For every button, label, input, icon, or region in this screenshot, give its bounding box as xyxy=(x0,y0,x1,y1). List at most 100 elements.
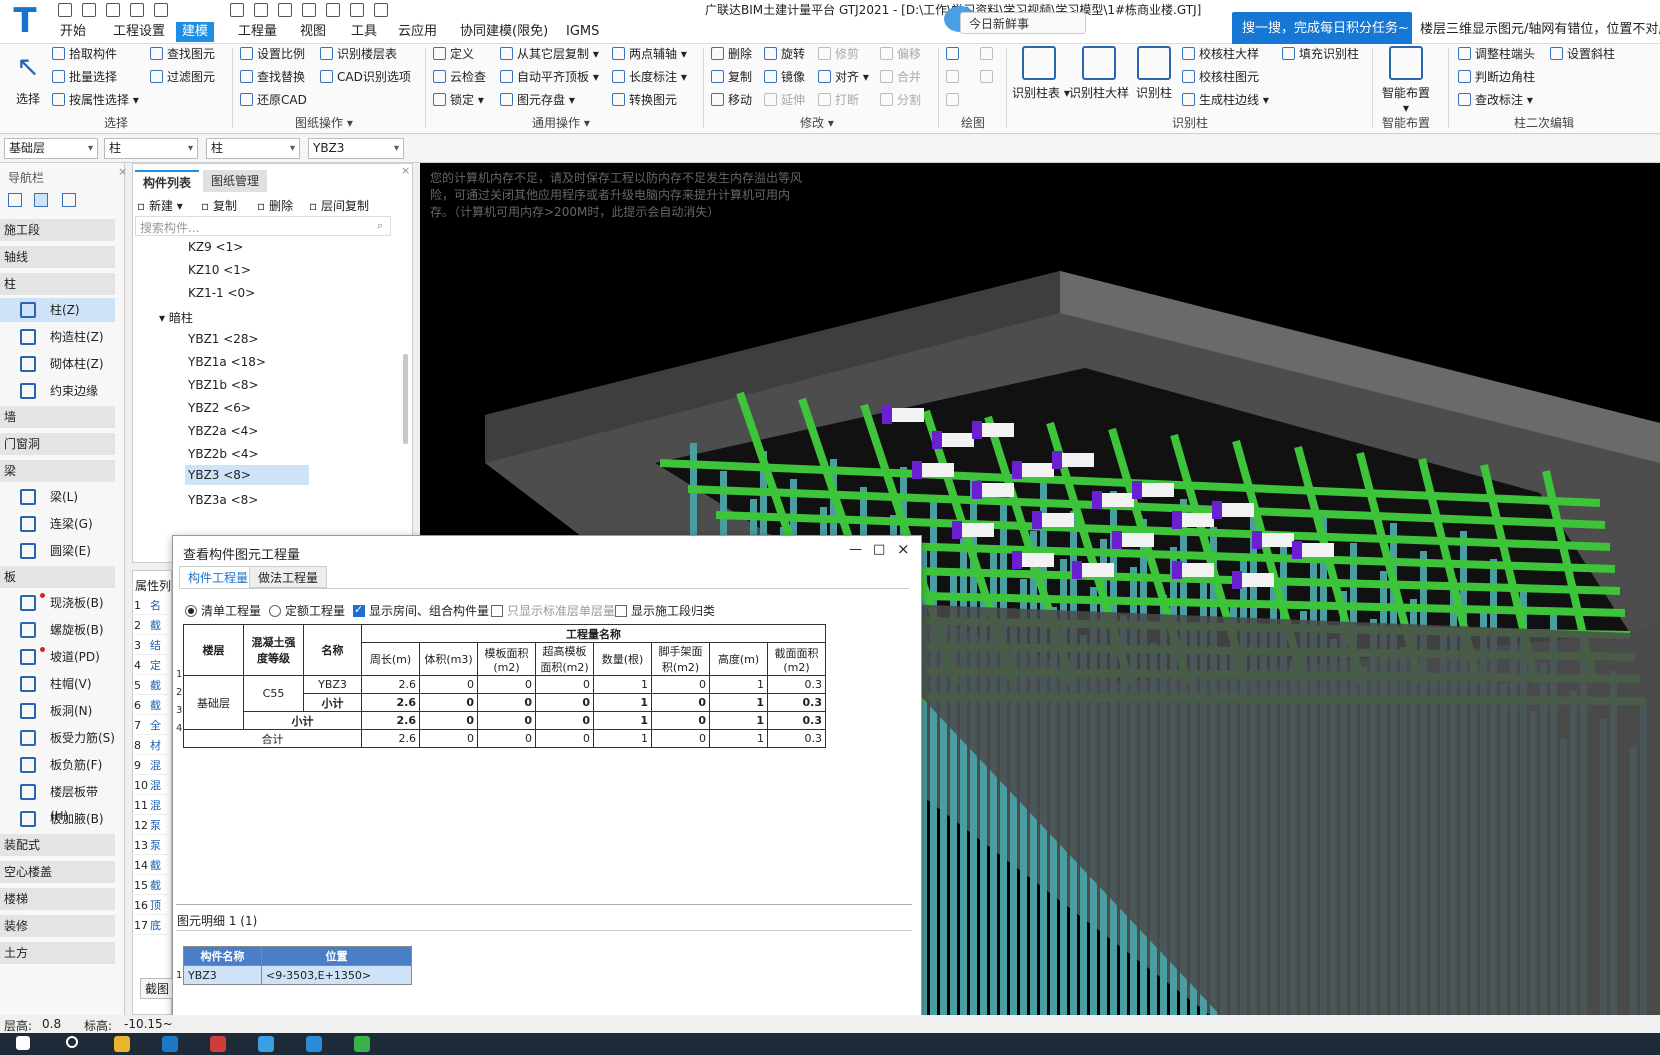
table-row[interactable]: YBZ3 <9-3503,E+1350> xyxy=(183,965,412,985)
merge-button[interactable]: 合并 xyxy=(880,67,921,87)
hidden-column[interactable] xyxy=(1220,503,1254,517)
list-item[interactable]: YBZ2 <6> xyxy=(188,401,251,415)
news-box[interactable]: 今日新鲜事 xyxy=(960,12,1086,34)
windows-start-icon[interactable] xyxy=(16,1036,30,1050)
hidden-column[interactable] xyxy=(1240,573,1274,587)
redo-icon[interactable] xyxy=(154,3,168,17)
table-icon[interactable] xyxy=(254,3,268,17)
hidden-column[interactable] xyxy=(1300,543,1334,557)
tab-drawing-manage[interactable]: 图纸管理 xyxy=(203,170,268,192)
draw-line-button[interactable] xyxy=(946,67,963,87)
nav-cat-section[interactable]: 施工段 xyxy=(0,219,115,241)
tab-component-qty[interactable]: 构件工程量 xyxy=(179,566,258,588)
menu-quantity[interactable]: 工程量 xyxy=(232,22,283,42)
hidden-column[interactable] xyxy=(920,463,954,477)
browser-icon[interactable] xyxy=(114,1036,130,1052)
hidden-column-marker[interactable] xyxy=(1172,511,1182,529)
nav-item-neg-rebar[interactable]: 板负筋(F) xyxy=(0,753,115,777)
nav-item-column[interactable]: 柱(Z) xyxy=(0,298,115,322)
check-mark-button[interactable]: 查改标注 ▾ xyxy=(1458,90,1533,110)
hidden-column-marker[interactable] xyxy=(1052,451,1062,469)
list-item[interactable]: YBZ3a <8> xyxy=(188,493,258,507)
hidden-column-marker[interactable] xyxy=(912,461,922,479)
floor-copy-button[interactable]: ▫ 层间复制 xyxy=(309,197,369,214)
identify-floor-table-button[interactable]: 识别楼层表 xyxy=(320,44,397,64)
nav-item-slab-haunch[interactable]: 板加腋(B) xyxy=(0,807,115,831)
maximize-icon[interactable]: □ xyxy=(873,542,885,557)
extend-button[interactable]: 延伸 xyxy=(764,90,805,110)
length-mark-button[interactable]: 长度标注 ▾ xyxy=(612,67,687,87)
close-icon[interactable]: × xyxy=(897,540,910,558)
table-row[interactable]: 小计 2.6 0 0 0 1 0 1 0.3 xyxy=(184,711,826,730)
menu-collab[interactable]: 协同建模(限免) xyxy=(454,22,554,42)
attr-row[interactable]: 1名 xyxy=(134,596,170,615)
export-icon[interactable] xyxy=(374,3,388,17)
check-std-floor[interactable]: 只显示标准层单层量 xyxy=(491,602,615,619)
view-icon[interactable] xyxy=(302,3,316,17)
nav-item-slab-rebar[interactable]: 板受力筋(S) xyxy=(0,726,115,750)
nav-item-ring-beam[interactable]: 圆梁(E) xyxy=(0,539,115,563)
list-item[interactable]: YBZ1b <8> xyxy=(188,378,259,392)
hidden-column-marker[interactable] xyxy=(1132,481,1142,499)
component-select[interactable]: YBZ3 xyxy=(308,138,404,159)
list-item[interactable]: KZ1-1 <0> xyxy=(188,286,255,300)
attr-row[interactable]: 2截 xyxy=(134,616,170,635)
save-icon[interactable] xyxy=(106,3,120,17)
column[interactable] xyxy=(930,667,937,1015)
nav-cat-earth[interactable]: 土方 xyxy=(0,942,115,964)
search-icon[interactable] xyxy=(66,1036,78,1048)
nav-cat-door[interactable]: 门窗洞 xyxy=(0,433,115,455)
identify-col-table-button[interactable]: 识别柱表 ▾ xyxy=(1012,46,1070,101)
nav-cat-decoration[interactable]: 装修 xyxy=(0,915,115,937)
hidden-column[interactable] xyxy=(1100,493,1134,507)
radio-bill-qty[interactable]: 清单工程量 xyxy=(185,602,261,619)
restore-cad-button[interactable]: 还原CAD xyxy=(240,90,307,110)
list-view-icon[interactable] xyxy=(34,193,48,207)
list-item[interactable]: YBZ2b <4> xyxy=(188,447,259,461)
pdf-icon[interactable] xyxy=(210,1036,226,1052)
hidden-column-marker[interactable] xyxy=(1292,541,1302,559)
set-scale-button[interactable]: 设置比例 xyxy=(240,44,305,64)
app-logo[interactable]: T xyxy=(6,2,44,40)
move-button[interactable]: 移动 xyxy=(711,90,752,110)
fill-identify-col-button[interactable]: 填充识别柱 xyxy=(1282,44,1359,64)
hidden-column[interactable] xyxy=(890,408,924,422)
attr-row[interactable]: 15 截 xyxy=(134,876,170,895)
close-icon[interactable]: × xyxy=(118,165,127,178)
filter-element-button[interactable]: 过滤图元 xyxy=(150,67,215,87)
sum-icon[interactable] xyxy=(230,3,244,17)
undo-icon[interactable] xyxy=(130,3,144,17)
pick-component-button[interactable]: 拾取构件 xyxy=(52,44,117,64)
delete-comp-button[interactable]: ▫ 删除 xyxy=(257,197,293,214)
mirror-button[interactable]: 镜像 xyxy=(764,67,805,87)
hidden-column-marker[interactable] xyxy=(972,481,982,499)
nav-cat-prefab[interactable]: 装配式 xyxy=(0,834,115,856)
define-button[interactable]: 定义 xyxy=(433,44,474,64)
hidden-column[interactable] xyxy=(960,523,994,537)
list-item[interactable]: YBZ1a <18> xyxy=(188,355,266,369)
category-select[interactable]: 柱 xyxy=(104,138,198,159)
attr-row[interactable]: 10 混 xyxy=(134,776,170,795)
tab-component-list[interactable]: 构件列表 xyxy=(135,170,200,192)
save-element-button[interactable]: 图元存盘 ▾ xyxy=(500,90,575,110)
identify-col-big-button[interactable]: 识别柱大样 xyxy=(1068,46,1130,101)
find-replace-button[interactable]: 查找替换 xyxy=(240,67,305,87)
check-col-big-button[interactable]: 校核柱大样 xyxy=(1182,44,1259,64)
menu-project-settings[interactable]: 工程设置 xyxy=(107,22,171,42)
judge-corner-col-button[interactable]: 判断边角柱 xyxy=(1458,67,1535,87)
hidden-column-marker[interactable] xyxy=(1072,561,1082,579)
nav-cat-beam[interactable]: 梁 xyxy=(0,460,115,482)
nav-item-masonry-col[interactable]: 砌体柱(Z) xyxy=(0,352,115,376)
nav-item-col-cap[interactable]: 柱帽(V) xyxy=(0,672,115,696)
nav-item-spiral-slab[interactable]: 螺旋板(B) xyxy=(0,618,115,642)
list-icon[interactable] xyxy=(350,3,364,17)
nav-item-slab-hole[interactable]: 板洞(N) xyxy=(0,699,115,723)
delete-button[interactable]: 删除 xyxy=(711,44,752,64)
cad-options-button[interactable]: CAD识别选项 xyxy=(320,67,411,87)
nav-item-construct-col[interactable]: 构造柱(Z) xyxy=(0,325,115,349)
menu-modeling[interactable]: 建模 xyxy=(176,22,215,42)
attr-row[interactable]: 3结 xyxy=(134,636,170,655)
nav-cat-stairs[interactable]: 楼梯 xyxy=(0,888,115,910)
check-section[interactable]: 显示施工段归类 xyxy=(615,602,715,619)
lock-button[interactable]: 锁定 ▾ xyxy=(433,90,484,110)
